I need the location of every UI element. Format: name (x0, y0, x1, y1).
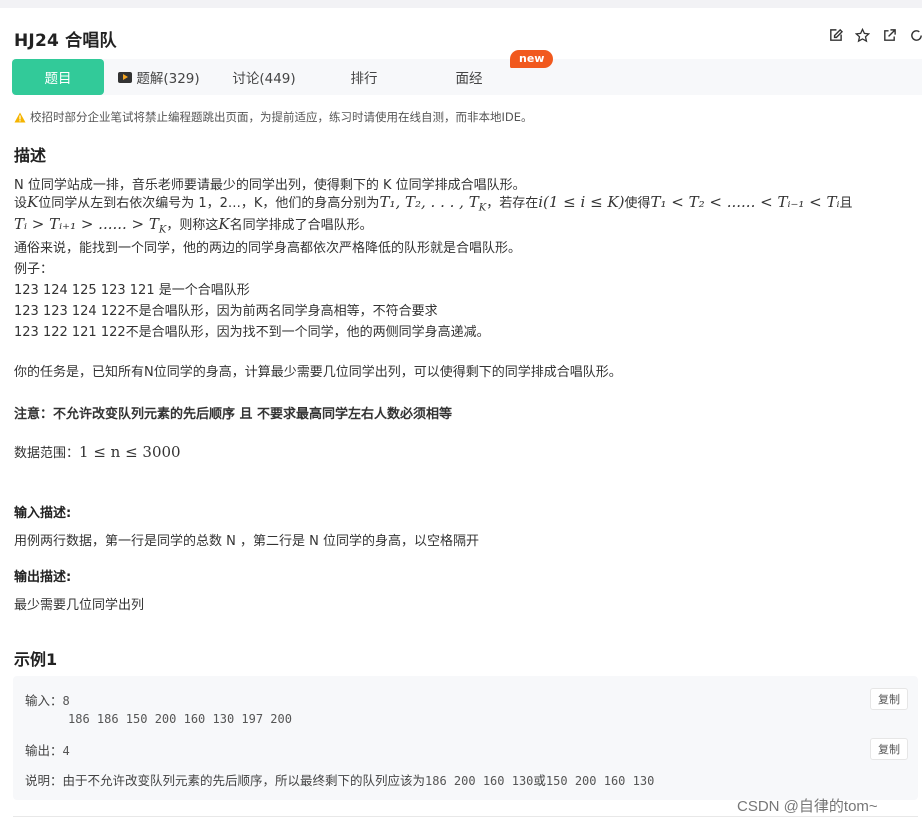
input-line-2: 186 186 150 200 160 130 197 200 (68, 712, 292, 726)
title-actions (828, 27, 922, 47)
example-output-row: 输出：4 (25, 740, 70, 759)
text-segment: 位同学从左到右依次编号为 1，2…，K，他们的身高分别为 (38, 196, 380, 211)
input-desc-heading: 输入描述: (14, 506, 72, 521)
explain-label: 说明： (25, 773, 63, 788)
description-heading: 描述 (14, 146, 47, 165)
desc-line-6: 123 124 125 123 121 是一个合唱队形 (14, 283, 250, 298)
notice: 校招时部分企业笔试将禁止编程题跳出页面，为提前适应，练习时请使用在线自测，而非本… (14, 109, 533, 125)
notice-text: 校招时部分企业笔试将禁止编程题跳出页面，为提前适应，练习时请使用在线自测，而非本… (30, 110, 533, 124)
text-segment: 且 (839, 196, 853, 211)
tab-problem[interactable]: 题目 (12, 59, 104, 95)
data-range: 数据范围：1 ≤ n ≤ 3000 (14, 442, 181, 461)
watermark: CSDN @自律的tom~ (737, 798, 878, 815)
example-explain-row: 说明：由于不允许改变队列元素的先后顺序，所以最终剩下的队列应该为186 200 … (25, 770, 654, 789)
desc-line-1: N 位同学站成一排，音乐老师要请最少的同学出列，使得剩下的 K 位同学排成合唱队… (14, 178, 526, 193)
text-segment: ，则称这 (166, 218, 219, 233)
math-k: K (27, 193, 39, 211)
share-icon[interactable] (882, 28, 897, 47)
top-strip (0, 0, 922, 8)
text-segment: 名同学排成了合唱队形。 (229, 218, 373, 233)
tab-interview[interactable]: 面经 (414, 59, 524, 95)
output-label: 输出： (25, 743, 63, 758)
explain-or: 或 (533, 773, 546, 788)
math-heights: T₁, T₂, . . . , T (379, 193, 479, 211)
text-segment: ，若存在 (486, 196, 539, 211)
tab-ranking[interactable]: 排行 (314, 59, 414, 95)
refresh-icon[interactable] (909, 28, 922, 47)
warning-icon (14, 112, 26, 122)
copy-output-button[interactable]: 复制 (870, 738, 908, 760)
math-decreasing: Tᵢ > Tᵢ₊₁ > ...... > T (14, 215, 159, 233)
desc-line-8: 123 122 121 122不是合唱队形，因为找不到一个同学，他的两侧同学身高… (14, 325, 490, 340)
new-badge: new (510, 50, 554, 68)
tab-solutions-label: 题解(329) (136, 71, 200, 87)
video-icon (118, 71, 133, 83)
text-segment: 使得 (624, 196, 651, 211)
input-desc-text: 用例两行数据，第一行是同学的总数 N ，第二行是 N 位同学的身高，以空格隔开 (14, 534, 479, 549)
desc-line-2: 设K位同学从左到右依次编号为 1，2…，K，他们的身高分别为T₁, T₂, . … (14, 192, 853, 214)
page-title: HJ24 合唱队 (14, 30, 117, 51)
copy-input-button[interactable]: 复制 (870, 688, 908, 710)
desc-line-7: 123 123 124 122不是合唱队形，因为前两名同学身高相等，不符合要求 (14, 304, 438, 319)
example-heading: 示例1 (14, 650, 58, 669)
example-input-row: 输入：8 (25, 690, 70, 709)
math-condition: i(1 ≤ i ≤ K) (538, 193, 625, 211)
desc-line-9: 你的任务是，已知所有N位同学的身高，计算最少需要几位同学出列，可以使得剩下的同学… (14, 365, 622, 380)
star-icon[interactable] (854, 27, 871, 47)
note-text: 注意：不允许改变队列元素的先后顺序 且 不要求最高同学左右人数必须相等 (14, 407, 453, 422)
title-row: HJ24 合唱队 (14, 26, 117, 51)
desc-line-4: 通俗来说，能找到一个同学，他的两边的同学身高都依次严格降低的队形就是合唱队形。 (14, 241, 522, 256)
explain-seq-2: 150 200 160 130 (545, 774, 655, 788)
edit-icon[interactable] (828, 28, 844, 47)
input-line-1: 8 (62, 694, 70, 708)
explain-seq-1: 186 200 160 130 (425, 774, 534, 788)
math-k: K (218, 215, 230, 233)
output-desc-text: 最少需要几位同学出列 (14, 598, 145, 613)
desc-line-5: 例子： (14, 262, 54, 277)
bottom-divider (13, 816, 918, 817)
tab-bar: 题目 题解(329) 讨论(449) 排行 面经 (12, 59, 922, 95)
text-segment: 设 (14, 196, 28, 211)
output-value: 4 (62, 744, 70, 758)
range-label: 数据范围： (14, 446, 80, 461)
range-math: 1 ≤ n ≤ 3000 (79, 443, 181, 461)
input-label: 输入： (25, 693, 63, 708)
desc-line-3: Tᵢ > Tᵢ₊₁ > ...... > TK，则称这K名同学排成了合唱队形。 (14, 214, 373, 236)
example-box: 输入：8 186 186 150 200 160 130 197 200 复制 … (13, 676, 918, 800)
explain-text: 由于不允许改变队列元素的先后顺序，所以最终剩下的队列应该为 (62, 773, 426, 788)
tab-discussion[interactable]: 讨论(449) (214, 59, 314, 95)
output-desc-heading: 输出描述: (14, 570, 72, 585)
tab-solutions[interactable]: 题解(329) (104, 59, 214, 95)
math-increasing: T₁ < T₂ < ...... < Tᵢ₋₁ < Tᵢ (650, 193, 840, 211)
